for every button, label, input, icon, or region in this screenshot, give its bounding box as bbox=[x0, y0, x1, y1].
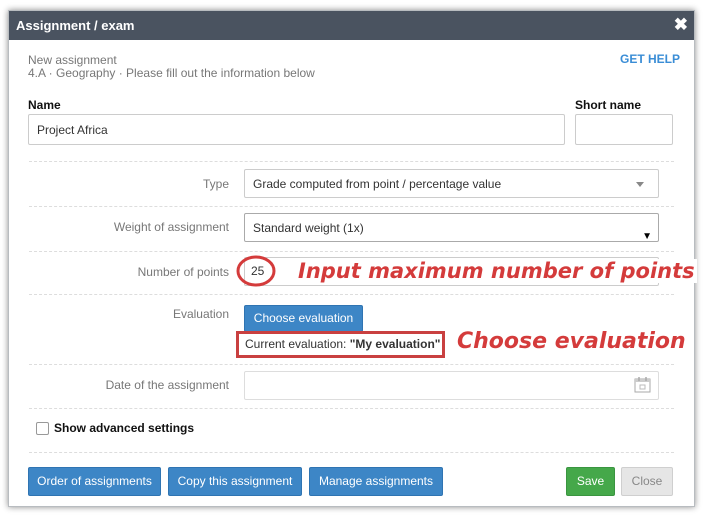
assignment-dialog: Assignment / exam ✖ New assignment 4.A ·… bbox=[8, 10, 697, 507]
calendar-icon[interactable] bbox=[634, 377, 651, 393]
copy-assignment-button[interactable]: Copy this assignment bbox=[168, 467, 302, 496]
current-evaluation-prefix: Current evaluation: bbox=[245, 337, 347, 351]
dialog-context: 4.A · Geography · Please fill out the in… bbox=[28, 66, 315, 80]
points-annotation: Input maximum number of points bbox=[296, 259, 697, 283]
weight-select-value: Standard weight (1x) bbox=[253, 221, 364, 235]
get-help-link[interactable]: GET HELP bbox=[620, 52, 680, 66]
annotation-circle bbox=[236, 255, 276, 287]
divider bbox=[29, 294, 674, 295]
save-button[interactable]: Save bbox=[566, 467, 615, 496]
manage-assignments-button[interactable]: Manage assignments bbox=[309, 467, 443, 496]
divider bbox=[29, 452, 674, 453]
current-evaluation-value: "My evaluation" bbox=[349, 337, 441, 351]
date-input[interactable] bbox=[244, 371, 659, 400]
name-input[interactable]: Project Africa bbox=[28, 114, 565, 145]
dialog-title: Assignment / exam bbox=[16, 18, 135, 33]
close-icon[interactable]: ✖ bbox=[674, 15, 688, 35]
evaluation-annotation: Choose evaluation bbox=[457, 329, 686, 354]
divider bbox=[29, 364, 674, 365]
points-label: Number of points bbox=[137, 265, 229, 279]
weight-label: Weight of assignment bbox=[113, 220, 229, 234]
weight-select[interactable]: Standard weight (1x) ▼ bbox=[244, 213, 659, 242]
dialog-titlebar: Assignment / exam ✖ bbox=[9, 11, 694, 40]
divider bbox=[29, 251, 674, 252]
close-button[interactable]: Close bbox=[621, 467, 673, 496]
short-name-label: Short name bbox=[575, 98, 642, 112]
advanced-settings-label[interactable]: Show advanced settings bbox=[54, 421, 194, 435]
chevron-down-icon: ▼ bbox=[642, 231, 652, 242]
divider bbox=[29, 161, 674, 162]
order-assignments-button[interactable]: Order of assignments bbox=[28, 467, 161, 496]
divider bbox=[29, 408, 674, 409]
divider bbox=[29, 206, 674, 207]
type-label: Type bbox=[202, 177, 229, 191]
name-label: Name bbox=[28, 98, 61, 112]
choose-evaluation-button[interactable]: Choose evaluation bbox=[244, 305, 363, 332]
type-select[interactable]: Grade computed from point / percentage v… bbox=[244, 169, 659, 198]
chevron-down-icon bbox=[636, 182, 644, 187]
short-name-input[interactable] bbox=[575, 114, 673, 145]
date-label: Date of the assignment bbox=[105, 378, 229, 392]
advanced-settings-checkbox[interactable] bbox=[36, 422, 49, 435]
dialog-subtitle: New assignment bbox=[28, 53, 117, 67]
type-select-value: Grade computed from point / percentage v… bbox=[253, 177, 502, 191]
evaluation-label: Evaluation bbox=[172, 307, 229, 321]
current-evaluation-box: Current evaluation: "My evaluation" bbox=[236, 331, 445, 358]
